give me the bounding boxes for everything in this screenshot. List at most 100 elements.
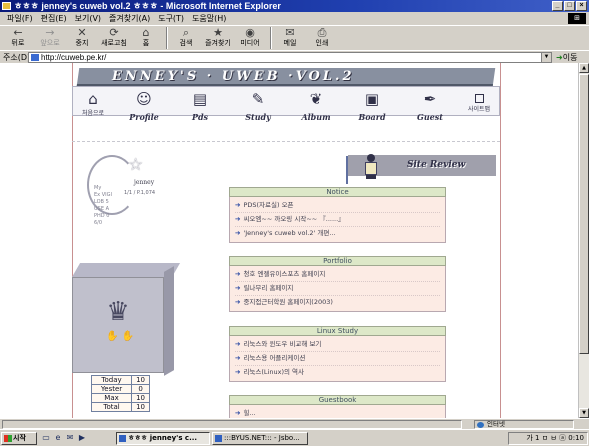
nav-home-label: 처음으로 <box>82 110 105 117</box>
board-item[interactable]: ➔ 'Jenney's cuweb vol.2' 개편... <box>235 227 440 240</box>
print-button[interactable]: ⎙ 인쇄 <box>307 26 337 48</box>
vertical-scrollbar[interactable]: ▲ ▼ <box>578 63 589 418</box>
nav-pds[interactable]: ▤ Pds <box>176 90 224 122</box>
counter-value: 0 <box>131 384 150 394</box>
profile-mini-line: LOB 5 <box>94 199 109 205</box>
search-button[interactable]: ⌕ 검색 <box>171 26 201 48</box>
desktop-icon[interactable]: ▭ <box>41 433 51 443</box>
favorites-button[interactable]: ★ 즐겨찾기 <box>203 26 233 48</box>
stop-icon: ✕ <box>77 26 87 39</box>
search-label: 검색 <box>179 39 193 47</box>
counter-row: Today 10 <box>90 375 150 385</box>
board-item[interactable]: ➔ 청호 엔젤유이스포츠 홈페이지 <box>235 268 440 282</box>
menu-file[interactable]: 파일(F) <box>3 12 37 25</box>
nav-study[interactable]: ✎ Study <box>234 90 282 122</box>
search-icon: ⌕ <box>182 26 190 39</box>
nav-album[interactable]: ❦ Album <box>292 90 340 122</box>
maximize-button[interactable]: □ <box>564 1 575 11</box>
address-url: http://cuweb.pe.kr/ <box>41 53 107 62</box>
sitemap-icon <box>474 94 484 103</box>
board-item[interactable]: ➔ 리눅스와 윈도우 비교해 보기 <box>235 338 440 352</box>
board-item-text: 릴나무리 홈페이지 <box>243 284 294 292</box>
board-item[interactable]: ➔ PDS(자료실) 오픈 <box>235 199 440 213</box>
address-dropdown-icon[interactable]: ▼ <box>541 53 551 62</box>
back-button[interactable]: ← 뒤로 <box>3 26 33 48</box>
board-item[interactable]: ➔ 리눅스(Linux)의 역사 <box>235 366 440 379</box>
arrow-icon: ➔ <box>235 270 241 278</box>
taskbar-task-byus[interactable]: :::BYUS.NET::: - Jsbo... <box>212 432 308 445</box>
hands-icon: ✋ ✋ <box>105 331 135 342</box>
nav-board[interactable]: ▣ Board <box>348 90 396 122</box>
windows-flag-icon <box>4 435 12 442</box>
scroll-thumb[interactable] <box>579 74 589 354</box>
ie-app-icon[interactable] <box>2 2 11 10</box>
portfolio-board: Portfolio ➔ 청호 엔젤유이스포츠 홈페이지 ➔ 릴나무리 홈페이지 ➔ 중… <box>229 256 446 312</box>
task-label: :::BYUS.NET::: - Jsbo... <box>224 434 300 442</box>
media-icon[interactable]: ▶ <box>77 433 87 443</box>
board-title[interactable]: Linux Study <box>229 326 446 336</box>
forward-button[interactable]: → 앞으로 <box>35 26 65 48</box>
board-title[interactable]: Portfolio <box>229 256 446 266</box>
board-item-text: PDS(자료실) 오픈 <box>243 201 294 209</box>
menu-view[interactable]: 보기(V) <box>71 12 105 25</box>
board-item-text: 'Jenney's cuweb vol.2' 개편... <box>243 229 336 237</box>
address-input[interactable]: http://cuweb.pe.kr/ ▼ <box>28 52 552 63</box>
start-button[interactable]: 시작 <box>1 432 37 445</box>
board-title[interactable]: Notice <box>229 187 446 197</box>
print-label: 인쇄 <box>315 39 329 47</box>
security-zone: 인터넷 <box>474 420 574 429</box>
stop-button[interactable]: ✕ 중지 <box>67 26 97 48</box>
go-button[interactable]: ➜이동 <box>556 52 577 63</box>
board-item[interactable]: ➔ 릴나무리 홈페이지 <box>235 282 440 296</box>
menu-edit[interactable]: 편집(E) <box>37 12 71 25</box>
taskbar-task-ie[interactable]: ㅎㅎㅎ jenney's c... <box>116 432 210 445</box>
address-label: 주소(D) <box>3 53 31 62</box>
arrow-icon: ➔ <box>235 284 241 292</box>
profile-mini-line: USE A <box>94 206 110 212</box>
window-title-bar[interactable]: ㅎㅎㅎ jenney's cuweb vol.2 ㅎㅎㅎ - Microsoft… <box>0 0 589 12</box>
outlook-icon[interactable]: ✉ <box>65 433 75 443</box>
forward-icon: → <box>45 26 55 39</box>
profile-mini-line: 6/0 <box>94 220 103 226</box>
media-button[interactable]: ◉ 미디어 <box>235 26 265 48</box>
refresh-button[interactable]: ⟳ 새로고침 <box>99 26 129 48</box>
home-label: 홈 <box>142 39 150 47</box>
tray-clock[interactable]: 가 1 ㅁ ㅂ ⓐ 0:10 <box>526 434 584 442</box>
nav-pds-label: Pds <box>191 112 209 122</box>
home-button[interactable]: ⌂ 홈 <box>131 26 161 48</box>
scroll-down-icon[interactable]: ▼ <box>579 408 589 418</box>
character-icon <box>364 154 378 184</box>
nav-profile[interactable]: ☺ Profile <box>120 90 168 122</box>
house-icon: ⌂ <box>88 90 98 108</box>
board-item[interactable]: ➔ 씨오엠~~ 까오링 시작~~ 『......』 <box>235 213 440 227</box>
quill-icon: ✒ <box>423 90 437 108</box>
close-button[interactable]: × <box>576 1 587 11</box>
nav-home[interactable]: ⌂ 처음으로 <box>82 90 104 117</box>
status-bar: 인터넷 <box>0 418 589 429</box>
toolbar: ← 뒤로 → 앞으로 ✕ 중지 ⟳ 새로고침 ⌂ 홈 ⌕ 검색 ★ 즐겨찾기 ◉… <box>0 25 589 50</box>
arrow-icon: ➔ <box>235 229 241 237</box>
menu-tools[interactable]: 도구(T) <box>154 12 188 25</box>
counter-row: Yester 0 <box>90 384 150 394</box>
board-title[interactable]: Guestbook <box>229 395 446 405</box>
scroll-up-icon[interactable]: ▲ <box>579 63 589 73</box>
globe-icon <box>477 422 484 428</box>
status-text <box>2 420 462 429</box>
menu-help[interactable]: 도움말(H) <box>188 12 230 25</box>
mail-button[interactable]: ✉ 메일 <box>275 26 305 48</box>
ie-icon[interactable]: e <box>53 433 63 443</box>
nav-guest[interactable]: ✒ Guest <box>406 90 454 122</box>
menu-favorites[interactable]: 즐겨찾기(A) <box>105 12 154 25</box>
profile-mini-line: My <box>94 185 102 191</box>
profile-face-icon: ☺ <box>136 90 152 108</box>
site-review-label[interactable]: Site Review <box>407 160 465 170</box>
board-body: ➔ 청호 엔젤유이스포츠 홈페이지 ➔ 릴나무리 홈페이지 ➔ 중지접근터학원 홈페이… <box>229 266 446 312</box>
minimize-button[interactable]: _ <box>552 1 563 11</box>
page-viewport[interactable]: ENNEY'S · UWEB ·VOL.2 ⌂ 처음으로 ☺ Profile ▤… <box>0 63 578 418</box>
media-label: 미디어 <box>240 39 260 47</box>
nav-sitemap[interactable]: 사이트맵 <box>468 94 490 113</box>
board-item[interactable]: ➔ 힐... <box>235 407 440 418</box>
board-item-text: 리눅스용 어플리케이션 <box>243 354 306 362</box>
board-item[interactable]: ➔ 중지접근터학원 홈페이지(2003) <box>235 296 440 309</box>
board-item[interactable]: ➔ 리눅스용 어플리케이션 <box>235 352 440 366</box>
